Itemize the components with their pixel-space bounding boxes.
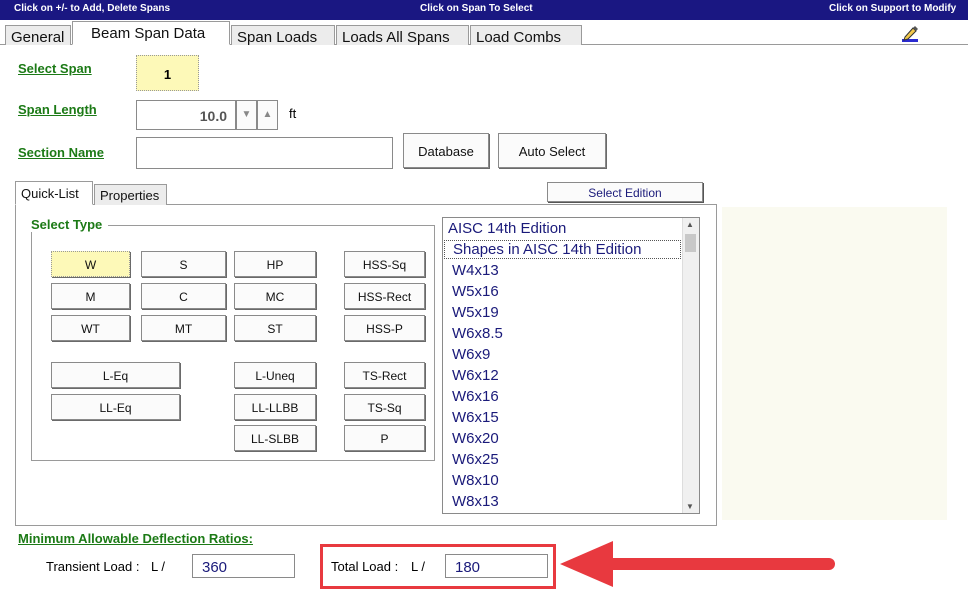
list-item[interactable]: W8x13: [452, 493, 499, 510]
list-item[interactable]: W6x25: [452, 451, 499, 468]
type-button-p[interactable]: P: [344, 425, 425, 451]
span-length-label: Span Length: [18, 102, 97, 117]
list-item[interactable]: W6x16: [452, 388, 499, 405]
select-type-label: Select Type: [25, 217, 109, 232]
chevron-down-icon: ▼: [241, 109, 252, 120]
list-item[interactable]: W5x16: [452, 283, 499, 300]
list-header: AISC 14th Edition: [448, 220, 567, 237]
list-item[interactable]: W6x8.5: [452, 325, 503, 342]
type-button-ll-slbb[interactable]: LL-SLBB: [234, 425, 316, 451]
red-arrow-icon: [560, 541, 835, 587]
total-load-prefix: L /: [411, 559, 425, 574]
select-span-field[interactable]: 1: [136, 55, 199, 91]
select-edition-button[interactable]: Select Edition: [547, 182, 703, 202]
span-length-field[interactable]: 10.0: [136, 100, 236, 130]
type-button-c[interactable]: C: [141, 283, 226, 309]
tab-span-loads[interactable]: Span Loads: [231, 25, 335, 46]
shape-list[interactable]: AISC 14th Edition Shapes in AISC 14th Ed…: [442, 217, 700, 514]
hint-bar: Click on +/- to Add, Delete Spans Click …: [0, 0, 968, 20]
list-item[interactable]: W6x9: [452, 346, 490, 363]
type-button-ll-eq[interactable]: LL-Eq: [51, 394, 180, 420]
type-button-l-eq[interactable]: L-Eq: [51, 362, 180, 388]
tab-load-combs[interactable]: Load Combs: [470, 25, 582, 46]
tab-loads-all-spans[interactable]: Loads All Spans: [336, 25, 469, 46]
span-length-unit: ft: [289, 106, 297, 121]
list-item[interactable]: W6x20: [452, 430, 499, 447]
type-button-s[interactable]: S: [141, 251, 226, 277]
scroll-thumb[interactable]: [685, 234, 696, 252]
span-length-down-button[interactable]: ▼: [236, 100, 257, 130]
list-item[interactable]: W4x13: [452, 262, 499, 279]
hint-left: Click on +/- to Add, Delete Spans: [14, 3, 171, 14]
type-button-w[interactable]: W: [51, 251, 130, 277]
section-name-label: Section Name: [18, 145, 104, 160]
database-button[interactable]: Database: [403, 133, 489, 168]
type-button-hss-p[interactable]: HSS-P: [344, 315, 425, 341]
list-scrollbar[interactable]: ▲ ▼: [682, 218, 699, 513]
span-length-up-button[interactable]: ▲: [257, 100, 278, 130]
scroll-up-icon[interactable]: ▲: [686, 220, 694, 229]
section-name-input[interactable]: [136, 137, 393, 169]
chevron-up-icon: ▲: [262, 109, 273, 120]
tab-beam-span-data[interactable]: Beam Span Data: [72, 21, 230, 45]
type-button-ll-llbb[interactable]: LL-LLBB: [234, 394, 316, 420]
type-button-mt[interactable]: MT: [141, 315, 226, 341]
type-button-st[interactable]: ST: [234, 315, 316, 341]
preview-area: [722, 207, 947, 520]
total-load-label: Total Load :: [331, 559, 399, 574]
type-button-l-uneq[interactable]: L-Uneq: [234, 362, 316, 388]
edit-pencil-icon[interactable]: [901, 25, 919, 43]
type-button-hp[interactable]: HP: [234, 251, 316, 277]
auto-select-button[interactable]: Auto Select: [498, 133, 606, 168]
list-item-selected[interactable]: Shapes in AISC 14th Edition: [444, 240, 681, 259]
type-button-mc[interactable]: MC: [234, 283, 316, 309]
subtab-quick-list[interactable]: Quick-List: [15, 181, 93, 205]
list-item[interactable]: W6x12: [452, 367, 499, 384]
list-item[interactable]: W5x19: [452, 304, 499, 321]
deflection-title: Minimum Allowable Deflection Ratios:: [18, 531, 253, 546]
scroll-down-icon[interactable]: ▼: [686, 502, 694, 511]
subtab-properties[interactable]: Properties: [94, 184, 167, 205]
list-item[interactable]: W6x15: [452, 409, 499, 426]
list-item[interactable]: W8x10: [452, 472, 499, 489]
total-load-input[interactable]: 180: [445, 554, 548, 578]
hint-right: Click on Support to Modify: [829, 3, 957, 14]
type-button-ts-sq[interactable]: TS-Sq: [344, 394, 425, 420]
select-span-label: Select Span: [18, 61, 92, 76]
type-button-wt[interactable]: WT: [51, 315, 130, 341]
type-button-hss-rect[interactable]: HSS-Rect: [344, 283, 425, 309]
type-button-hss-sq[interactable]: HSS-Sq: [344, 251, 425, 277]
transient-load-prefix: L /: [151, 559, 165, 574]
type-button-m[interactable]: M: [51, 283, 130, 309]
tab-general[interactable]: General: [5, 25, 71, 46]
hint-center: Click on Span To Select: [420, 3, 533, 14]
type-button-ts-rect[interactable]: TS-Rect: [344, 362, 425, 388]
transient-load-label: Transient Load :: [46, 559, 140, 574]
tab-beam-span-data-label: Beam Span Data: [91, 25, 206, 42]
transient-load-input[interactable]: 360: [192, 554, 295, 578]
